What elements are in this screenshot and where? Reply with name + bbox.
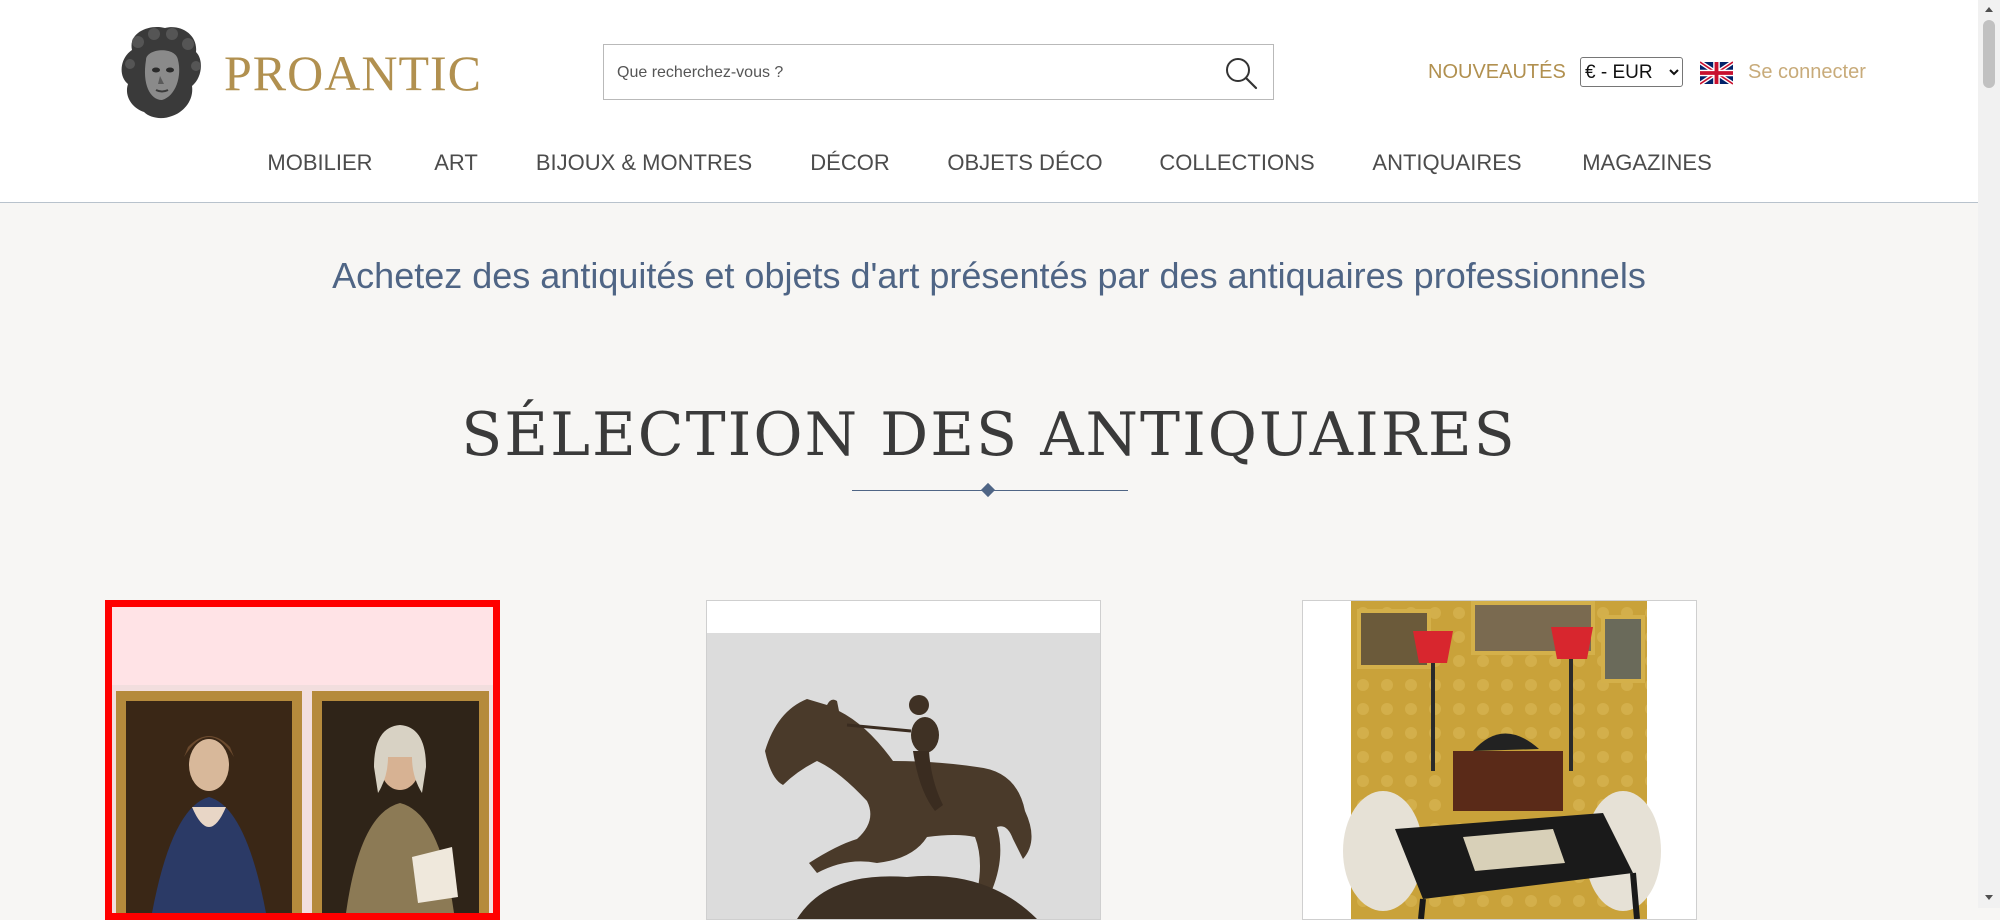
bronze-horse-rider-image [707, 601, 1100, 919]
site-header: PROANTIC NOUVEAUTÉS € - EUR Se connecter… [0, 0, 1978, 203]
nav-item-antiquaires[interactable]: ANTIQUAIRES [1372, 150, 1521, 176]
currency-select[interactable]: € - EUR [1580, 57, 1683, 87]
product-card-portraits[interactable] [105, 600, 500, 920]
nav-item-art[interactable]: ART [434, 150, 478, 176]
scroll-up-arrow-icon[interactable] [1984, 5, 1994, 15]
page-tagline: Achetez des antiquités et objets d'art p… [332, 255, 1646, 296]
pair-of-portraits-image [112, 607, 493, 913]
scroll-down-arrow-icon[interactable] [1984, 892, 1994, 902]
product-card-bronze-rider[interactable] [706, 600, 1101, 920]
section-title: SÉLECTION DES ANTIQUAIRES [461, 400, 1517, 470]
product-card-chess-interior[interactable] [1302, 600, 1697, 920]
nav-item-collections[interactable]: COLLECTIONS [1159, 150, 1314, 176]
nav-item-objets-deco[interactable]: OBJETS DÉCO [947, 150, 1102, 176]
page-scrollbar[interactable] [1978, 0, 2000, 908]
main-navigation: MOBILIER ART BIJOUX & MONTRES DÉCOR OBJE… [0, 150, 1978, 180]
search-icon[interactable] [1223, 55, 1259, 91]
search-input[interactable] [615, 57, 1179, 89]
uk-flag-icon[interactable] [1700, 61, 1733, 85]
nav-item-mobilier[interactable]: MOBILIER [267, 150, 372, 176]
login-link[interactable]: Se connecter [1748, 61, 1866, 84]
nav-item-bijoux-montres[interactable]: BIJOUX & MONTRES [536, 150, 752, 176]
site-logo-text[interactable]: PROANTIC [224, 44, 482, 102]
nav-item-decor[interactable]: DÉCOR [810, 150, 889, 176]
logo-bust-icon[interactable] [110, 20, 210, 122]
title-diamond-ornament [980, 482, 996, 498]
scrollbar-thumb[interactable] [1983, 20, 1995, 88]
nav-item-magazines[interactable]: MAGAZINES [1582, 150, 1712, 176]
new-arrivals-link[interactable]: NOUVEAUTÉS [1428, 61, 1566, 84]
search-bar [603, 44, 1274, 100]
interior-with-chess-table-image [1303, 601, 1696, 919]
